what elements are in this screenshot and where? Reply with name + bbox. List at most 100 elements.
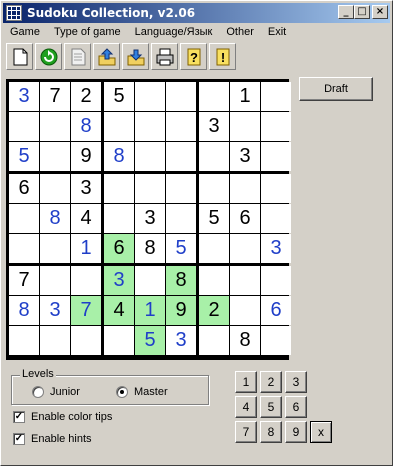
sudoku-cell[interactable]: 1 [71, 234, 101, 263]
sudoku-cell[interactable]: 8 [104, 142, 134, 171]
restart-button[interactable] [35, 43, 62, 70]
sudoku-cell[interactable] [104, 326, 134, 355]
numpad-key-2[interactable]: 2 [260, 371, 282, 393]
menu-type-of-game[interactable]: Type of game [47, 24, 128, 42]
draft-button[interactable]: Draft [299, 77, 373, 101]
sudoku-cell[interactable] [40, 326, 70, 355]
hints-checkbox[interactable]: ✓ Enable hints [13, 433, 92, 445]
sudoku-cell[interactable] [166, 82, 196, 111]
sudoku-cell[interactable]: 5 [135, 326, 165, 355]
menu-game[interactable]: Game [3, 24, 47, 42]
sudoku-cell[interactable]: 8 [71, 112, 101, 141]
blank-button[interactable] [64, 43, 91, 70]
close-button[interactable]: × [372, 5, 388, 19]
sudoku-cell[interactable] [261, 174, 291, 203]
sudoku-cell[interactable]: 5 [104, 82, 134, 111]
new-game-button[interactable] [6, 43, 33, 70]
sudoku-cell[interactable]: 8 [135, 234, 165, 263]
sudoku-cell[interactable] [104, 174, 134, 203]
numpad-clear-button[interactable]: x [310, 421, 332, 443]
sudoku-cell[interactable]: 6 [104, 234, 134, 263]
print-button[interactable] [151, 43, 178, 70]
sudoku-cell[interactable]: 1 [230, 82, 260, 111]
sudoku-cell[interactable]: 8 [166, 266, 196, 295]
radio-master-indicator[interactable] [116, 386, 128, 398]
sudoku-cell[interactable] [71, 326, 101, 355]
sudoku-cell[interactable] [135, 82, 165, 111]
sudoku-cell[interactable]: 5 [9, 142, 39, 171]
load-button[interactable] [122, 43, 149, 70]
sudoku-cell[interactable] [230, 174, 260, 203]
sudoku-cell[interactable]: 3 [71, 174, 101, 203]
sudoku-cell[interactable] [135, 174, 165, 203]
sudoku-cell[interactable] [9, 326, 39, 355]
sudoku-cell[interactable] [135, 266, 165, 295]
color-tips-checkbox[interactable]: ✓ Enable color tips [13, 411, 112, 423]
sudoku-cell[interactable] [40, 266, 70, 295]
save-button[interactable] [93, 43, 120, 70]
sudoku-cell[interactable]: 6 [261, 296, 291, 325]
sudoku-cell[interactable] [261, 266, 291, 295]
sudoku-cell[interactable]: 7 [71, 296, 101, 325]
sudoku-cell[interactable]: 5 [166, 234, 196, 263]
numpad-key-3[interactable]: 3 [285, 371, 307, 393]
sudoku-cell[interactable]: 9 [71, 142, 101, 171]
sudoku-cell[interactable] [40, 174, 70, 203]
sudoku-cell[interactable]: 3 [135, 204, 165, 233]
sudoku-cell[interactable] [261, 82, 291, 111]
sudoku-cell[interactable]: 4 [104, 296, 134, 325]
sudoku-cell[interactable]: 3 [40, 296, 70, 325]
sudoku-cell[interactable]: 2 [71, 82, 101, 111]
sudoku-cell[interactable] [40, 234, 70, 263]
sudoku-cell[interactable]: 9 [166, 296, 196, 325]
color-tips-box[interactable]: ✓ [13, 411, 25, 423]
sudoku-cell[interactable] [40, 142, 70, 171]
sudoku-cell[interactable] [166, 142, 196, 171]
hints-box[interactable]: ✓ [13, 433, 25, 445]
sudoku-cell[interactable] [230, 112, 260, 141]
menu-exit[interactable]: Exit [261, 24, 293, 42]
sudoku-cell[interactable] [261, 326, 291, 355]
sudoku-cell[interactable]: 7 [9, 266, 39, 295]
numpad-key-9[interactable]: 9 [285, 421, 307, 443]
numpad-key-6[interactable]: 6 [285, 396, 307, 418]
sudoku-cell[interactable] [104, 204, 134, 233]
sudoku-cell[interactable]: 8 [230, 326, 260, 355]
sudoku-cell[interactable]: 2 [199, 296, 229, 325]
sudoku-cell[interactable]: 4 [71, 204, 101, 233]
sudoku-cell[interactable] [199, 266, 229, 295]
radio-junior[interactable]: Junior [32, 386, 80, 398]
sudoku-cell[interactable]: 8 [40, 204, 70, 233]
sudoku-cell[interactable] [40, 112, 70, 141]
numpad-key-7[interactable]: 7 [235, 421, 257, 443]
sudoku-cell[interactable]: 1 [135, 296, 165, 325]
sudoku-cell[interactable]: 3 [166, 326, 196, 355]
title-bar[interactable]: Sudoku Collection, v2.06 _ □ × [3, 3, 390, 23]
sudoku-cell[interactable] [9, 204, 39, 233]
sudoku-cell[interactable]: 5 [199, 204, 229, 233]
numpad-key-4[interactable]: 4 [235, 396, 257, 418]
sudoku-cell[interactable] [71, 266, 101, 295]
numpad-key-1[interactable]: 1 [235, 371, 257, 393]
minimize-button[interactable]: _ [338, 5, 354, 19]
sudoku-cell[interactable] [199, 82, 229, 111]
sudoku-cell[interactable] [230, 234, 260, 263]
sudoku-cell[interactable] [166, 112, 196, 141]
sudoku-cell[interactable] [230, 266, 260, 295]
sudoku-cell[interactable]: 3 [104, 266, 134, 295]
sudoku-cell[interactable] [9, 112, 39, 141]
menu-language[interactable]: Language/Язык [128, 24, 220, 42]
radio-junior-indicator[interactable] [32, 386, 44, 398]
numpad-key-8[interactable]: 8 [260, 421, 282, 443]
sudoku-cell[interactable] [261, 204, 291, 233]
sudoku-cell[interactable] [166, 174, 196, 203]
sudoku-cell[interactable] [104, 112, 134, 141]
sudoku-cell[interactable] [199, 174, 229, 203]
sudoku-cell[interactable]: 6 [9, 174, 39, 203]
sudoku-cell[interactable]: 8 [9, 296, 39, 325]
sudoku-cell[interactable]: 7 [40, 82, 70, 111]
numpad-key-5[interactable]: 5 [260, 396, 282, 418]
sudoku-cell[interactable] [135, 112, 165, 141]
sudoku-cell[interactable]: 3 [230, 142, 260, 171]
sudoku-cell[interactable]: 6 [230, 204, 260, 233]
